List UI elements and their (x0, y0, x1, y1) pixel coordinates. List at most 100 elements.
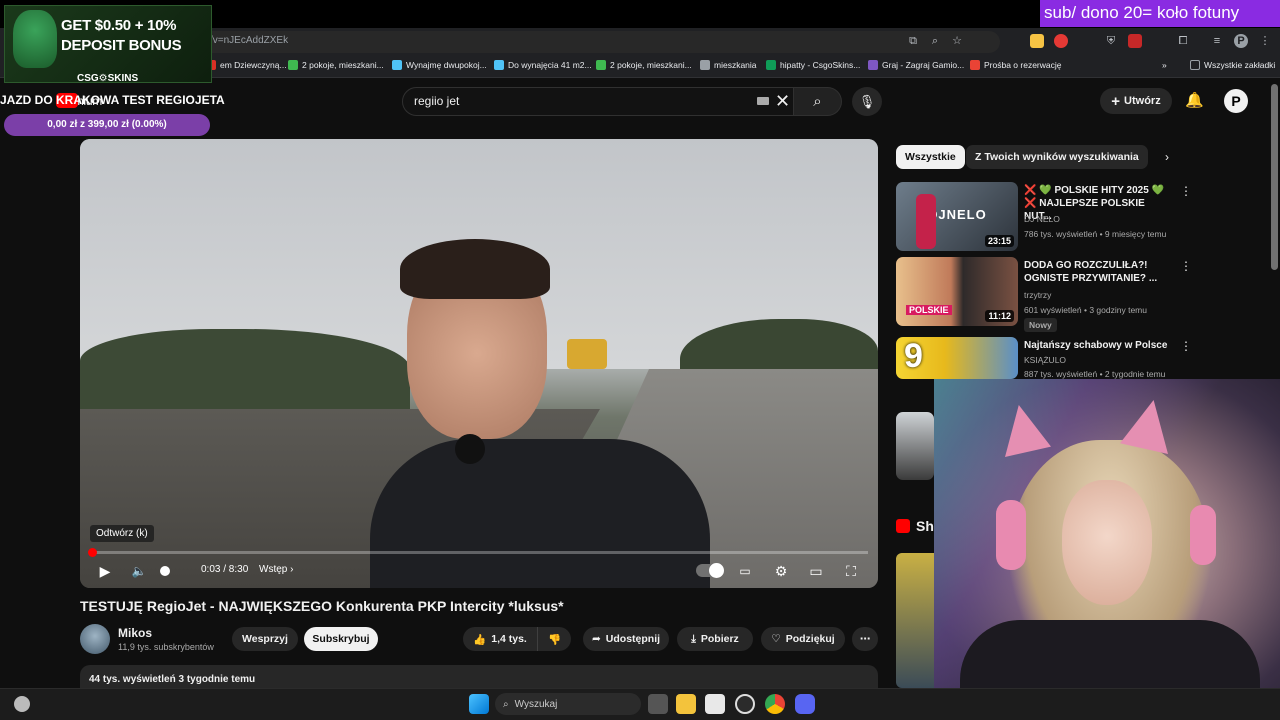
profile-icon[interactable]: P (1234, 34, 1248, 48)
chip-search-results[interactable]: Z Twoich wyników wyszukiwania (966, 145, 1148, 169)
video-frame-hair (400, 239, 550, 299)
account-avatar[interactable]: P (1224, 89, 1248, 113)
menu-icon[interactable]: ⋮ (1258, 34, 1272, 48)
queue-icon[interactable]: ≡ (1210, 34, 1224, 48)
ad-headline: GET $0.50 + 10% (61, 17, 177, 34)
thanks-icon: ♡ (771, 633, 781, 645)
autoplay-knob (709, 563, 724, 578)
bookmark-label: 2 pokoje, mieszkani... (302, 60, 384, 70)
rec-thumbnail[interactable]: DJNELO 23:15 (896, 182, 1018, 251)
chevron-right-icon: › (290, 564, 294, 575)
chapter-button[interactable]: Wstęp › (259, 564, 293, 575)
bookmark-label: Graj - Zagraj Gamio... (882, 60, 965, 70)
rec-title[interactable]: DODA GO ROZCZULIŁA?! OGNISTE PRZYWITANIE… (1024, 259, 1172, 285)
play-button[interactable]: ▶ (92, 561, 118, 581)
video-title: TESTUJĘ RegioJet - NAJWIĘKSZEGO Konkuren… (80, 598, 564, 614)
bookmark-item[interactable]: hipatty - CsgoSkins... (766, 60, 860, 70)
keyboard-icon[interactable] (757, 97, 769, 105)
app-icon[interactable] (735, 694, 755, 714)
rec-thumbnail[interactable] (896, 412, 934, 480)
voice-search-button[interactable]: 🎙 (852, 87, 882, 116)
search-query: regiio jet (414, 94, 460, 108)
bookmark-item[interactable]: Prośba o rezerwację (970, 60, 1061, 70)
windows-start-icon[interactable] (469, 694, 489, 714)
share-button[interactable]: ➦ Udostępnij (583, 627, 669, 651)
volume-slider[interactable] (160, 566, 170, 576)
file-explorer-icon[interactable] (676, 694, 696, 714)
shield-icon[interactable]: ⛨ (1104, 34, 1118, 48)
thumbnail-logo-icon: DJNELO (928, 207, 987, 222)
fullscreen-icon[interactable]: ⛶ (838, 561, 864, 581)
video-player[interactable]: Odtwórz (k) ▶ 🔈 0:03 / 8:30 Wstęp › ▭ ⚙ … (80, 139, 878, 588)
theater-mode-icon[interactable]: ▭ (803, 561, 829, 581)
search-button[interactable]: ⌕ (794, 87, 842, 116)
duration-badge: 11:12 (985, 310, 1014, 322)
all-bookmarks[interactable]: Wszystkie zakładki (1190, 60, 1275, 70)
bookmark-item[interactable]: mieszkania (700, 60, 757, 70)
url-field[interactable] (200, 31, 1000, 53)
page-scrollbar[interactable] (1271, 84, 1278, 270)
settings-gear-icon[interactable]: ⚙ (768, 561, 794, 581)
rec-menu-icon[interactable]: ⋮ (1180, 259, 1192, 273)
extension-icon[interactable] (1128, 34, 1142, 48)
duration-badge: 23:15 (984, 235, 1014, 247)
new-badge: Nowy (1024, 318, 1057, 332)
rec-menu-icon[interactable]: ⋮ (1180, 184, 1192, 198)
thanks-button[interactable]: ♡ Podziękuj (761, 627, 845, 651)
zoom-icon[interactable]: ⌕ (928, 34, 942, 48)
progress-bar[interactable] (90, 551, 868, 554)
bookmark-item[interactable]: 2 pokoje, mieszkani... (288, 60, 384, 70)
rec-thumbnail[interactable]: POLSKIE 11:12 (896, 257, 1018, 326)
shorts-thumbnail[interactable] (896, 553, 934, 688)
rec-thumbnail[interactable]: 9 (896, 337, 1018, 379)
sub-dono-banner: sub/ dono 20= koło fotuny (1040, 0, 1280, 27)
support-button[interactable]: Wesprzyj (232, 627, 298, 651)
rec-title[interactable]: Najtańszy schabowy w Polsce (1024, 339, 1172, 352)
like-button[interactable]: 👍 1,4 tys. (463, 627, 537, 651)
bookmark-label: em Dziewczyną... (220, 60, 287, 70)
progress-scrubber[interactable] (88, 548, 97, 557)
rec-channel[interactable]: trzytrzy (1024, 290, 1051, 300)
rec-channel[interactable]: KSIĄŻULO (1024, 355, 1066, 365)
clear-search-icon[interactable]: ✕ (775, 91, 790, 112)
dislike-button[interactable]: 👎 (537, 627, 571, 651)
chrome-icon[interactable] (765, 694, 785, 714)
extension-icon[interactable] (1054, 34, 1068, 48)
bookmark-item[interactable]: Wynajmę dwupokoj... (392, 60, 487, 70)
bookmark-favicon-icon (392, 60, 402, 70)
store-icon[interactable] (705, 694, 725, 714)
plus-icon: + (1111, 92, 1121, 110)
extension-icon[interactable] (1030, 34, 1044, 48)
subtitles-icon[interactable]: ▭ (732, 561, 758, 581)
bookmark-item[interactable]: 2 pokoje, mieszkani... (596, 60, 692, 70)
chip-all[interactable]: Wszystkie (896, 145, 965, 169)
channel-name[interactable]: Mikos (118, 626, 152, 640)
url-text: /v=nJEcAddZXEk (210, 35, 289, 46)
ad-brand-logo: CSG⚙SKINS (77, 73, 139, 83)
bookmark-label: Wynajmę dwupokoj... (406, 60, 487, 70)
weather-icon[interactable] (14, 696, 30, 712)
create-button[interactable]: + Utwórz (1100, 88, 1172, 114)
search-input[interactable] (402, 87, 794, 116)
shorts-header: Sh (896, 518, 934, 534)
star-icon[interactable]: ☆ (950, 34, 964, 48)
puzzle-icon[interactable]: ⧠ (1176, 34, 1190, 48)
more-actions-button[interactable]: ⋯ (852, 627, 878, 651)
download-button[interactable]: ⤓ Pobierz (677, 627, 753, 651)
notifications-bell-icon[interactable]: 🔔 (1185, 91, 1204, 109)
subscribe-button[interactable]: Subskrybuj (304, 627, 378, 651)
bookmark-item[interactable]: em Dziewczyną... (206, 60, 287, 70)
channel-subscribers: 11,9 tys. subskrybentów (118, 642, 214, 652)
chevron-right-icon[interactable]: » (1162, 60, 1167, 70)
discord-icon[interactable] (795, 694, 815, 714)
install-icon[interactable]: ⧉ (906, 34, 920, 48)
task-view-icon[interactable] (648, 694, 668, 714)
chevron-right-icon[interactable]: › (1165, 150, 1169, 164)
volume-icon[interactable]: 🔈 (126, 561, 152, 581)
taskbar-search[interactable]: ⌕ Wyszukaj (495, 693, 641, 715)
rec-channel[interactable]: DJ NELO (1024, 214, 1060, 224)
bookmark-item[interactable]: Do wynajęcia 41 m2... (494, 60, 592, 70)
channel-avatar[interactable] (80, 624, 110, 654)
bookmark-item[interactable]: Graj - Zagraj Gamio... (868, 60, 964, 70)
rec-menu-icon[interactable]: ⋮ (1180, 339, 1192, 353)
